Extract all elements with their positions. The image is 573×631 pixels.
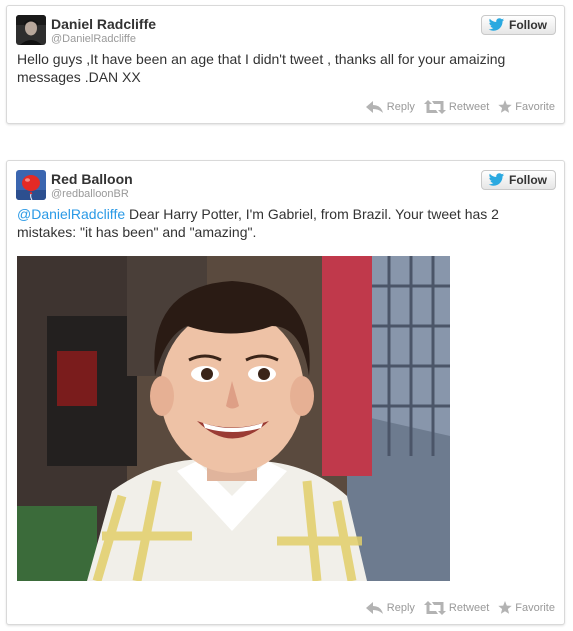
twitter-bird-icon [488,173,505,186]
retweet-label: Retweet [448,101,490,113]
user-handle[interactable]: @DanielRadcliffe [51,33,136,46]
star-icon [498,601,512,614]
user-name[interactable]: Daniel Radcliffe [51,16,156,32]
reply-button[interactable]: Reply [365,601,415,615]
favorite-label: Favorite [515,602,555,614]
tweet-actions: Reply Retweet Favorite [365,601,555,615]
reply-button[interactable]: Reply [365,100,415,114]
mention-link[interactable]: @DanielRadcliffe [17,206,125,222]
user-handle[interactable]: @redballoonBR [51,188,129,201]
twitter-bird-icon [488,18,505,31]
follow-button[interactable]: Follow [481,15,556,35]
star-icon [498,100,512,113]
follow-label: Follow [509,173,547,187]
reply-label: Reply [386,101,415,113]
user-name[interactable]: Red Balloon [51,171,133,187]
retweet-label: Retweet [448,602,490,614]
reply-icon [365,101,383,113]
follow-label: Follow [509,18,547,32]
avatar[interactable] [16,15,46,45]
retweet-icon [423,601,446,615]
favorite-button[interactable]: Favorite [498,601,555,615]
reply-label: Reply [386,602,415,614]
tweet-actions: Reply Retweet Favorite [365,100,555,114]
tweet-photo[interactable] [17,256,450,581]
follow-button[interactable]: Follow [481,170,556,190]
tweet-card: Red Balloon @redballoonBR Follow @Daniel… [6,160,565,625]
tweet-text: Hello guys ,It have been an age that I d… [17,51,506,85]
avatar[interactable] [16,170,46,200]
reply-icon [365,602,383,614]
favorite-label: Favorite [515,101,555,113]
tweet-text: @DanielRadcliffe Dear Harry Potter, I'm … [17,205,554,241]
favorite-button[interactable]: Favorite [498,100,555,114]
retweet-button[interactable]: Retweet [423,601,490,615]
tweet-card: Daniel Radcliffe @DanielRadcliffe Follow… [6,5,565,124]
retweet-button[interactable]: Retweet [423,100,490,114]
retweet-icon [423,100,446,114]
